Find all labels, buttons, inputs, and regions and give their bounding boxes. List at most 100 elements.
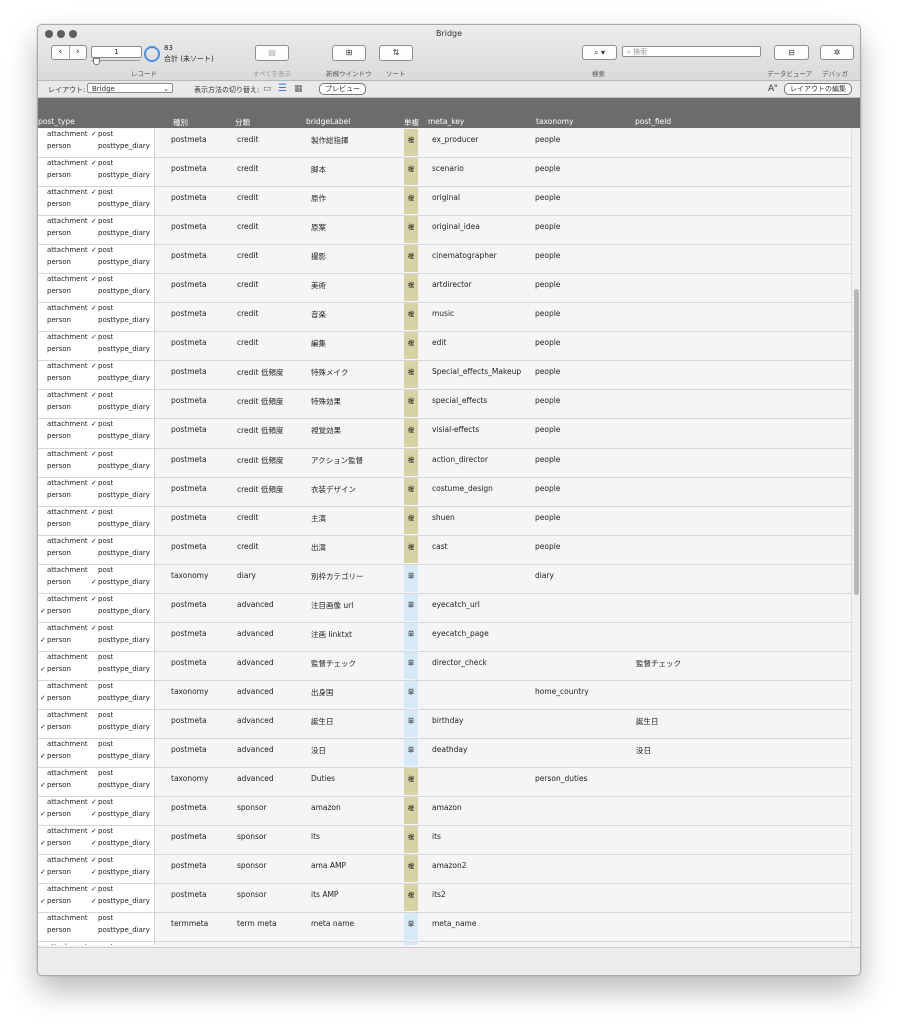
cell-category[interactable]: sponsor — [237, 861, 267, 870]
checkbox-person[interactable]: ✓person — [40, 897, 71, 905]
checkbox-person[interactable]: ✓person — [40, 607, 71, 615]
cell-bridge-label[interactable]: meta name — [311, 919, 354, 928]
single-multi-badge[interactable]: 単 — [404, 680, 418, 708]
cell-meta-key[interactable]: birthday — [432, 716, 463, 725]
cell-kind[interactable]: termmeta — [171, 919, 208, 928]
record-slider-knob[interactable] — [93, 58, 100, 65]
cell-meta-key[interactable]: original_idea — [432, 222, 480, 231]
cell-kind[interactable]: postmeta — [171, 513, 207, 522]
previous-record-icon[interactable]: ‹ — [52, 46, 69, 59]
checkbox-attachment[interactable]: attachment — [40, 885, 88, 893]
scrollbar-thumb[interactable] — [854, 289, 859, 595]
cell-kind[interactable]: postmeta — [171, 861, 207, 870]
checkbox-attachment[interactable]: attachment — [40, 246, 88, 254]
cell-bridge-label[interactable]: 脚本 — [311, 164, 326, 175]
table-row[interactable]: attachment ✓post person posttype_diary postm… — [38, 361, 851, 391]
cell-meta-key[interactable]: its2 — [432, 890, 446, 899]
cell-meta-key[interactable]: edit — [432, 338, 446, 347]
single-multi-badge[interactable]: 複 — [404, 129, 418, 157]
cell-meta-key[interactable]: scenario — [432, 164, 464, 173]
checkbox-post[interactable]: ✓post — [91, 159, 113, 167]
checkbox-person[interactable]: person — [40, 578, 71, 586]
checkbox-post[interactable]: post — [91, 566, 113, 574]
table-view-icon[interactable]: ▦ — [294, 84, 303, 94]
cell-kind[interactable]: taxonomy — [171, 571, 208, 580]
cell-category[interactable]: advanced — [237, 629, 274, 638]
checkbox-person[interactable]: person — [40, 171, 71, 179]
cell-bridge-label[interactable]: 別枠カテゴリー — [311, 571, 364, 582]
cell-taxonomy[interactable]: person_duties — [535, 774, 588, 783]
checkbox-posttype-diary[interactable]: posttype_diary — [91, 287, 150, 295]
cell-post-field[interactable]: 誕生日 — [636, 716, 659, 727]
checkbox-post[interactable]: ✓post — [91, 188, 113, 196]
checkbox-attachment[interactable]: attachment — [40, 159, 88, 167]
cell-category[interactable]: advanced — [237, 745, 274, 754]
cell-category[interactable]: credit 低頻度 — [237, 484, 283, 495]
cell-kind[interactable]: postmeta — [171, 193, 207, 202]
single-multi-badge[interactable]: 複 — [404, 158, 418, 186]
checkbox-person[interactable]: person — [40, 462, 71, 470]
checkbox-person[interactable]: person — [40, 403, 71, 411]
cell-meta-key[interactable]: director_check — [432, 658, 487, 667]
checkbox-person[interactable]: person — [40, 520, 71, 528]
table-row[interactable]: attachment ✓post person posttype_diary postm… — [38, 216, 851, 246]
cell-kind[interactable]: postmeta — [171, 164, 207, 173]
cell-bridge-label[interactable]: amazon — [311, 803, 341, 812]
checkbox-attachment[interactable]: attachment — [40, 420, 88, 428]
checkbox-post[interactable]: ✓post — [91, 537, 113, 545]
cell-kind[interactable]: postmeta — [171, 455, 207, 464]
single-multi-badge[interactable]: 複 — [404, 884, 418, 912]
checkbox-posttype-diary[interactable]: posttype_diary — [91, 258, 150, 266]
checkbox-post[interactable]: ✓post — [91, 595, 113, 603]
checkbox-post[interactable]: ✓post — [91, 391, 113, 399]
cell-category[interactable]: advanced — [237, 774, 274, 783]
cell-post-field[interactable]: 監督チェック — [636, 658, 681, 669]
checkbox-person[interactable]: person — [40, 491, 71, 499]
checkbox-post[interactable]: ✓post — [91, 479, 113, 487]
single-multi-badge[interactable]: 単 — [404, 622, 418, 650]
checkbox-posttype-diary[interactable]: posttype_diary — [91, 723, 150, 731]
cell-bridge-label[interactable]: 注目画像 url — [311, 600, 353, 611]
cell-bridge-label[interactable]: 出演 — [311, 542, 326, 553]
single-multi-badge[interactable]: 複 — [404, 245, 418, 273]
preview-button[interactable]: プレビュー — [319, 83, 366, 95]
checkbox-posttype-diary[interactable]: posttype_diary — [91, 752, 150, 760]
checkbox-attachment[interactable]: attachment — [40, 943, 88, 945]
table-row[interactable]: attachment ✓post ✓person ✓posttype_diary pos… — [38, 884, 851, 914]
cell-taxonomy[interactable]: people — [535, 425, 560, 434]
checkbox-posttype-diary[interactable]: posttype_diary — [91, 462, 150, 470]
cell-category[interactable]: credit — [237, 338, 258, 347]
checkbox-person[interactable]: person — [40, 926, 71, 934]
cell-kind[interactable]: postmeta — [171, 745, 207, 754]
checkbox-post[interactable]: post — [91, 682, 113, 690]
cell-kind[interactable]: postmeta — [171, 832, 207, 841]
cell-meta-key[interactable]: meta_name — [432, 919, 476, 928]
cell-kind[interactable]: postmeta — [171, 890, 207, 899]
checkbox-attachment[interactable]: attachment — [40, 479, 88, 487]
cell-taxonomy[interactable]: people — [535, 193, 560, 202]
table-row[interactable]: attachment ✓post person posttype_diary postm… — [38, 535, 851, 565]
checkbox-attachment[interactable]: attachment — [40, 914, 88, 922]
checkbox-person[interactable]: person — [40, 316, 71, 324]
cell-kind[interactable]: postmeta — [171, 135, 207, 144]
cell-category[interactable]: credit 低頻度 — [237, 367, 283, 378]
table-row[interactable]: attachment post person ✓posttype_diary taxon… — [38, 564, 851, 594]
checkbox-posttype-diary[interactable]: posttype_diary — [91, 926, 150, 934]
cell-bridge-label[interactable]: ama AMP — [311, 861, 346, 870]
checkbox-person[interactable]: ✓person — [40, 839, 71, 847]
cell-bridge-label[interactable]: 原案 — [311, 222, 326, 233]
table-row[interactable]: attachmentpostpersonposttype_diarytermme… — [38, 942, 851, 945]
checkbox-post[interactable]: ✓post — [91, 420, 113, 428]
checkbox-person[interactable]: ✓person — [40, 665, 71, 673]
cell-taxonomy[interactable]: people — [535, 135, 560, 144]
checkbox-attachment[interactable]: attachment — [40, 333, 88, 341]
cell-meta-key[interactable]: original — [432, 193, 460, 202]
single-multi-badge[interactable]: 単 — [404, 942, 418, 945]
cell-meta-key[interactable]: amazon2 — [432, 861, 467, 870]
cell-bridge-label[interactable]: 出身国 — [311, 687, 334, 698]
checkbox-person[interactable]: person — [40, 258, 71, 266]
cell-taxonomy[interactable]: people — [535, 396, 560, 405]
checkbox-person[interactable]: person — [40, 432, 71, 440]
sort-button[interactable]: ⇅ — [379, 45, 413, 61]
checkbox-attachment[interactable]: attachment — [40, 653, 88, 661]
